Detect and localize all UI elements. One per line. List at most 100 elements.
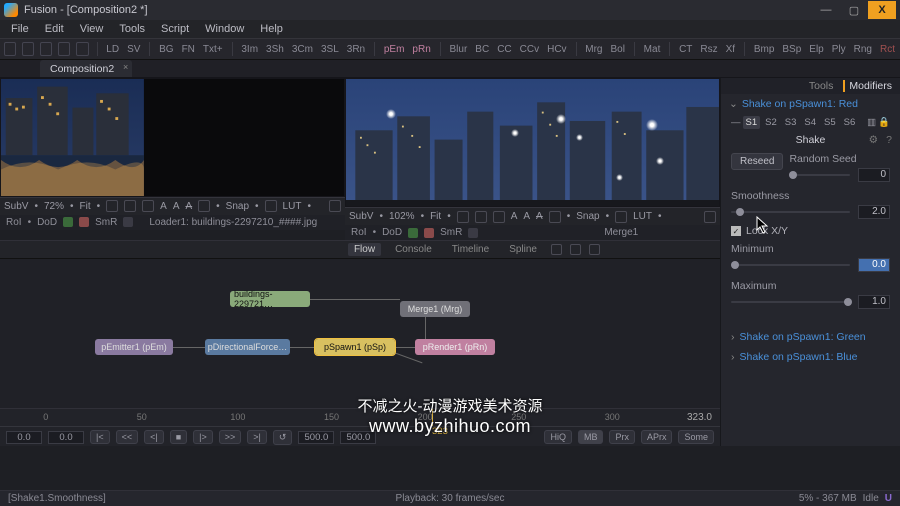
- panel-icon[interactable]: [551, 244, 562, 255]
- lut-button[interactable]: LUT: [633, 211, 652, 222]
- maximize-button[interactable]: ▢: [840, 1, 868, 19]
- roi-button[interactable]: RoI: [6, 217, 22, 228]
- random-seed-value[interactable]: 0: [858, 168, 890, 182]
- snap-button[interactable]: Snap: [226, 201, 249, 212]
- aprx-button[interactable]: APrx: [641, 430, 673, 444]
- step-fwd-button[interactable]: >>: [219, 430, 242, 444]
- lock-icon[interactable]: 🔒: [878, 117, 890, 128]
- tool-prn[interactable]: pRn: [411, 44, 431, 55]
- tool-icon[interactable]: [76, 42, 88, 56]
- last-frame-button[interactable]: >|: [247, 430, 267, 444]
- maximum-value[interactable]: 1.0: [858, 295, 890, 309]
- loop-button[interactable]: ↺: [273, 430, 293, 445]
- tool-mat[interactable]: Mat: [643, 44, 662, 55]
- close-icon[interactable]: ×: [123, 62, 128, 72]
- some-button[interactable]: Some: [678, 430, 714, 444]
- tab-flow[interactable]: Flow: [348, 243, 381, 256]
- tool-sv[interactable]: SV: [126, 44, 141, 55]
- dod-button[interactable]: DoD: [37, 217, 57, 228]
- tool-rsz[interactable]: Rsz: [699, 44, 718, 55]
- range-end-input[interactable]: 500.0: [340, 431, 376, 444]
- tool-3im[interactable]: 3Im: [240, 44, 259, 55]
- smr-button[interactable]: SmR: [95, 217, 117, 228]
- first-frame-button[interactable]: |<: [90, 430, 110, 444]
- tool-icon[interactable]: [265, 200, 277, 212]
- tool-blur[interactable]: Blur: [448, 44, 468, 55]
- paint-icon[interactable]: [142, 200, 154, 212]
- modifier-header[interactable]: Shake on pSpawn1: Red: [721, 94, 900, 114]
- menu-script[interactable]: Script: [154, 23, 196, 35]
- snap-s1[interactable]: S1: [743, 116, 761, 129]
- tool-hcv[interactable]: HCv: [546, 44, 567, 55]
- smoothness-slider[interactable]: [731, 211, 850, 213]
- snap-s6[interactable]: S6: [841, 116, 859, 129]
- node-pspawn[interactable]: pSpawn1 (pSp): [315, 339, 395, 355]
- menu-edit[interactable]: Edit: [38, 23, 71, 35]
- tool-icon[interactable]: [123, 217, 133, 227]
- tool-xf[interactable]: Xf: [725, 44, 736, 55]
- polyline-icon[interactable]: [106, 200, 118, 212]
- hiq-button[interactable]: HiQ: [544, 430, 572, 444]
- step-back-button[interactable]: <<: [116, 430, 139, 444]
- tab-console[interactable]: Console: [389, 243, 438, 256]
- range-out-input[interactable]: 500.0: [298, 431, 334, 444]
- panel-icon[interactable]: [589, 244, 600, 255]
- rect-icon[interactable]: [475, 211, 487, 223]
- menu-window[interactable]: Window: [198, 23, 251, 35]
- options-icon[interactable]: [704, 211, 716, 223]
- rect-icon[interactable]: [124, 200, 136, 212]
- tab-tools[interactable]: Tools: [809, 80, 834, 92]
- minimum-value[interactable]: 0.0: [858, 258, 890, 272]
- tool-icon[interactable]: [468, 228, 478, 238]
- panel-icon[interactable]: [570, 244, 581, 255]
- fit-button[interactable]: Fit: [430, 211, 441, 222]
- range-in-input[interactable]: 0.0: [48, 431, 84, 444]
- tool-rct[interactable]: Rct: [879, 44, 896, 55]
- subv-button[interactable]: SubV: [4, 201, 28, 212]
- viewer-left[interactable]: [0, 78, 345, 197]
- dod-button[interactable]: DoD: [382, 227, 402, 238]
- node-pemitter[interactable]: pEmitter1 (pEm): [95, 339, 173, 355]
- node-merge[interactable]: Merge1 (Mrg): [400, 301, 470, 317]
- snap-s4[interactable]: S4: [801, 116, 819, 129]
- tool-bsp[interactable]: BSp: [781, 44, 802, 55]
- stop-button[interactable]: ■: [170, 430, 187, 444]
- fit-button[interactable]: Fit: [80, 201, 91, 212]
- reseed-button[interactable]: Reseed: [731, 153, 783, 170]
- modifier-link-blue[interactable]: Shake on pSpawn1: Blue: [721, 347, 900, 367]
- zoom-value[interactable]: 72%: [44, 201, 64, 212]
- snap-s2[interactable]: S2: [762, 116, 780, 129]
- snap-s3[interactable]: S3: [782, 116, 800, 129]
- menu-tools[interactable]: Tools: [112, 23, 152, 35]
- snap-button[interactable]: Snap: [576, 211, 599, 222]
- mb-button[interactable]: MB: [578, 430, 604, 444]
- tool-3rn[interactable]: 3Rn: [346, 44, 366, 55]
- snap-s5[interactable]: S5: [821, 116, 839, 129]
- node-prender[interactable]: pRender1 (pRn): [415, 339, 495, 355]
- random-seed-slider[interactable]: [789, 174, 850, 176]
- menu-help[interactable]: Help: [253, 23, 290, 35]
- polyline-icon[interactable]: [457, 211, 469, 223]
- tool-bmp[interactable]: Bmp: [753, 44, 776, 55]
- roi-button[interactable]: RoI: [351, 227, 367, 238]
- tool-rng[interactable]: Rng: [853, 44, 873, 55]
- play-back-button[interactable]: <|: [144, 430, 164, 444]
- channel-swatch[interactable]: [63, 217, 73, 227]
- channel-swatch[interactable]: [408, 228, 418, 238]
- gear-icon[interactable]: ⚙: [869, 134, 878, 146]
- tool-mrg[interactable]: Mrg: [584, 44, 603, 55]
- tool-bg[interactable]: BG: [158, 44, 174, 55]
- node-buildings[interactable]: buildings-229721…: [230, 291, 310, 307]
- script-icon[interactable]: ▥: [867, 117, 876, 128]
- tool-ccv[interactable]: CCv: [519, 44, 540, 55]
- tool-icon[interactable]: [4, 42, 16, 56]
- menu-file[interactable]: File: [4, 23, 36, 35]
- tool-ply[interactable]: Ply: [831, 44, 847, 55]
- paint-icon[interactable]: [493, 211, 505, 223]
- tool-icon[interactable]: [549, 211, 561, 223]
- document-tab[interactable]: Composition2 ×: [40, 60, 132, 77]
- minimize-button[interactable]: —: [812, 1, 840, 19]
- tool-3sl[interactable]: 3SL: [320, 44, 340, 55]
- tool-bol[interactable]: Bol: [610, 44, 626, 55]
- options-icon[interactable]: [329, 200, 341, 212]
